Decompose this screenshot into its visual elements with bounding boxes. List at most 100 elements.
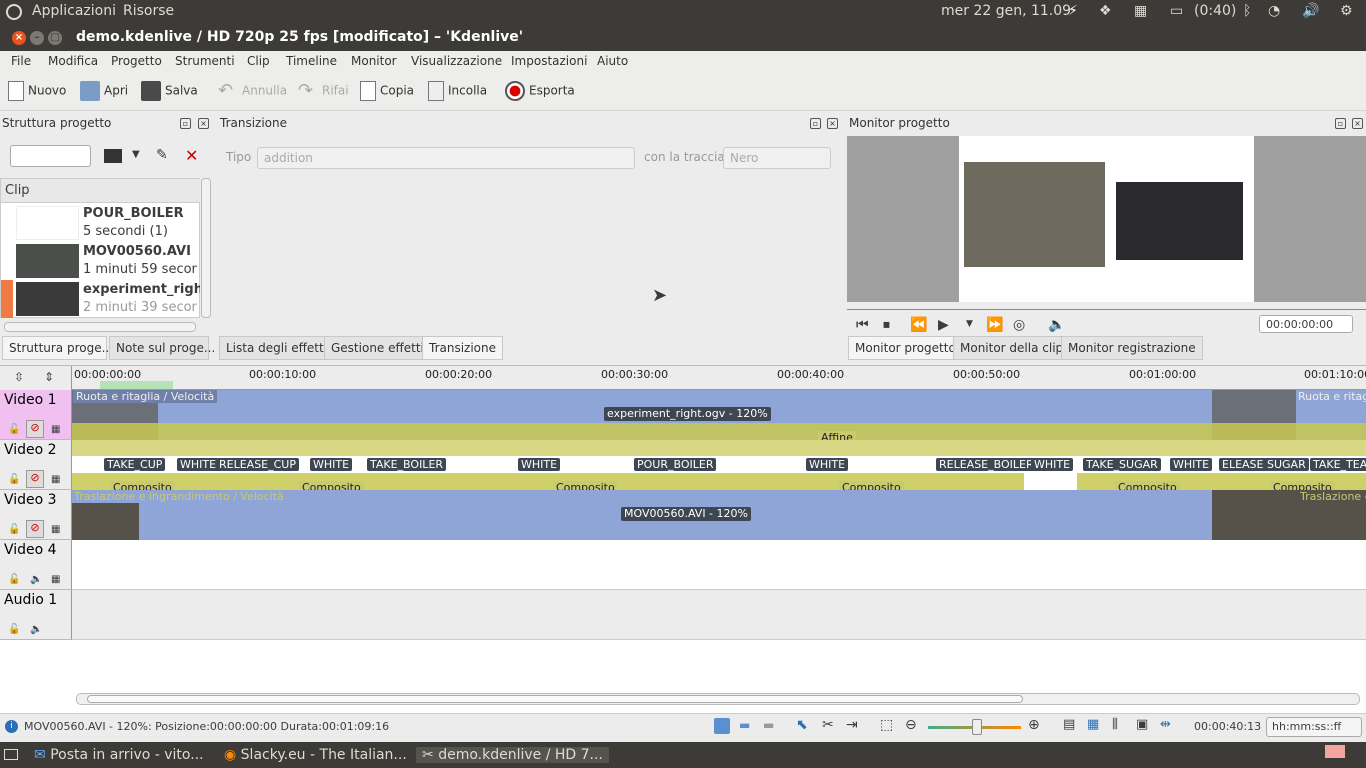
menu-edit[interactable]: Modifica	[48, 54, 98, 68]
clip-label[interactable]: WHITE	[1170, 458, 1213, 471]
transition-affine[interactable]	[72, 423, 1366, 440]
rewind-icon[interactable]: ⏪	[910, 317, 927, 333]
show-markers-icon[interactable]: ▣	[1136, 717, 1148, 732]
list-item[interactable]: experiment_righ 2 minuti 39 secon	[1, 280, 200, 318]
menu-tools[interactable]: Strumenti	[175, 54, 235, 68]
film-icon[interactable]: ▦	[51, 574, 60, 585]
bluetooth-icon[interactable]: ᛒ	[1243, 3, 1251, 19]
taskbar-item-mail[interactable]: ✉ Posta in arrivo - vito...	[34, 747, 204, 763]
undo-button[interactable]: ↶ Annulla	[218, 81, 287, 103]
clip-column-header[interactable]: Clip	[1, 179, 200, 203]
film-icon[interactable]: ▦	[51, 524, 60, 535]
search-input[interactable]	[10, 145, 91, 167]
track-header-video2[interactable]: Video 2 🔓 ⊘ ▦	[0, 440, 72, 490]
expand-tracks-icon[interactable]: ⇕	[44, 370, 54, 384]
zone-marker[interactable]	[100, 381, 173, 389]
mute-video-icon[interactable]: ⊘	[26, 520, 44, 538]
menu-view[interactable]: Visualizzazione	[411, 54, 502, 68]
list-item[interactable]: POUR_BOILER 5 secondi (1)	[1, 204, 200, 242]
clip-label[interactable]: RELEASE_CUP	[216, 458, 299, 471]
workspace-switcher[interactable]	[1325, 745, 1345, 758]
open-button[interactable]: Apri	[80, 81, 128, 103]
menu-project[interactable]: Progetto	[111, 54, 162, 68]
video-monitor[interactable]	[847, 136, 1366, 302]
float-pane-icon[interactable]: ▫	[1335, 118, 1346, 129]
show-desktop-icon[interactable]	[4, 749, 18, 760]
zoom-slider-handle[interactable]	[972, 719, 982, 735]
taskbar-item-firefox[interactable]: ◉ Slacky.eu - The Italian...	[224, 747, 407, 763]
volume-icon[interactable]: 🔈	[1048, 317, 1065, 333]
tab-record-monitor[interactable]: Monitor registrazione	[1061, 336, 1203, 360]
chevron-down-icon[interactable]: ▼	[132, 149, 140, 160]
clip-label[interactable]: WHITE	[806, 458, 849, 471]
applications-menu[interactable]: Applicazioni	[32, 3, 116, 19]
menu-timeline[interactable]: Timeline	[286, 54, 337, 68]
close-window-button[interactable]: ×	[12, 31, 26, 45]
clip-label[interactable]: RELEASE_BOILER	[936, 458, 1037, 471]
clip-label[interactable]: WHITE	[518, 458, 561, 471]
clip-label[interactable]: WHITE	[1031, 458, 1074, 471]
clip-label[interactable]: TAKE_TEA	[1310, 458, 1366, 471]
speaker-icon[interactable]: 🔈	[30, 624, 42, 635]
list-item[interactable]: MOV00560.AVI 1 minuti 59 secon	[1, 242, 200, 280]
tab-effects-list[interactable]: Lista degli effetti	[219, 336, 335, 360]
lock-icon[interactable]: 🔓	[8, 424, 20, 435]
menu-help[interactable]: Aiuto	[597, 54, 628, 68]
track-header-audio1[interactable]: Audio 1 🔓 🔈	[0, 590, 72, 640]
time-format-select[interactable]: hh:mm:ss::ff	[1266, 717, 1362, 737]
show-thumbnails-icon[interactable]: ▦	[1087, 717, 1099, 732]
new-button[interactable]: Nuovo	[8, 81, 66, 103]
float-pane-icon[interactable]: ▫	[810, 118, 821, 129]
timeline-scrollbar[interactable]	[76, 693, 1360, 705]
menu-monitor[interactable]: Monitor	[351, 54, 397, 68]
mute-video-icon[interactable]: ⊘	[26, 420, 44, 438]
timecode-input[interactable]: 00:00:00:00	[1259, 315, 1353, 333]
dropbox-icon[interactable]: ❖	[1099, 3, 1112, 19]
track-header-video3[interactable]: Video 3 🔓 ⊘ ▦	[0, 490, 72, 540]
clip-label[interactable]: POUR_BOILER	[634, 458, 717, 471]
scrollbar-thumb[interactable]	[87, 695, 1023, 703]
close-pane-icon[interactable]: ×	[198, 118, 209, 129]
tab-transition[interactable]: Transizione	[422, 336, 504, 360]
markers-icon[interactable]: ▬	[763, 718, 774, 732]
tracks-config-icon[interactable]: ▤	[1063, 717, 1075, 732]
edit-clip-icon[interactable]: ✎	[156, 147, 168, 163]
clip-label[interactable]: WHITE	[310, 458, 353, 471]
video-thumbnails-icon[interactable]	[714, 718, 730, 734]
selection-tool-icon[interactable]: ⬉	[796, 717, 808, 733]
spacer-tool-icon[interactable]: ⇥	[846, 717, 858, 733]
lock-icon[interactable]: 🔓	[8, 624, 20, 635]
transition-composite[interactable]	[72, 440, 1366, 456]
zoom-icon[interactable]: ◎	[1013, 317, 1025, 333]
clock[interactable]: mer 22 gen, 11.09	[941, 3, 1071, 19]
horizontal-scrollbar[interactable]	[4, 322, 196, 332]
tab-project-monitor[interactable]: Monitor progetto	[848, 336, 963, 360]
float-pane-icon[interactable]: ▫	[180, 118, 191, 129]
close-pane-icon[interactable]: ×	[827, 118, 838, 129]
lock-icon[interactable]: 🔓	[8, 524, 20, 535]
audio-thumbnails-icon[interactable]: ▬	[739, 718, 750, 732]
type-select[interactable]: addition	[257, 147, 635, 169]
power-icon[interactable]: ⚡	[1068, 3, 1078, 19]
gear-icon[interactable]: ⚙	[1340, 3, 1353, 19]
clip-label[interactable]: WHITE	[177, 458, 220, 471]
menu-clip[interactable]: Clip	[247, 54, 270, 68]
copy-button[interactable]: Copia	[360, 81, 414, 103]
audio-track-area[interactable]	[72, 590, 1366, 640]
add-clip-icon[interactable]	[104, 149, 122, 163]
taskbar-item-kdenlive[interactable]: ✂ demo.kdenlive / HD 7...	[416, 747, 609, 763]
mute-video-icon[interactable]: ⊘	[26, 470, 44, 488]
tab-effects-manager[interactable]: Gestione effetti	[324, 336, 431, 360]
save-button[interactable]: Salva	[141, 81, 198, 103]
close-pane-icon[interactable]: ×	[1352, 118, 1363, 129]
razor-tool-icon[interactable]: ✂	[822, 717, 834, 733]
track-header-video4[interactable]: Video 4 🔓 🔈 ▦	[0, 540, 72, 590]
film-icon[interactable]: ▦	[51, 474, 60, 485]
clip-label[interactable]: TAKE_BOILER	[367, 458, 447, 471]
fit-zoom-icon[interactable]: ⬚	[880, 717, 893, 733]
tab-project-tree[interactable]: Struttura proge...	[2, 336, 113, 360]
snap-icon[interactable]: ⇹	[1160, 717, 1171, 732]
clip-label[interactable]: TAKE_CUP	[104, 458, 166, 471]
menu-file[interactable]: File	[11, 54, 31, 68]
tab-clip-monitor[interactable]: Monitor della clip	[953, 336, 1071, 360]
